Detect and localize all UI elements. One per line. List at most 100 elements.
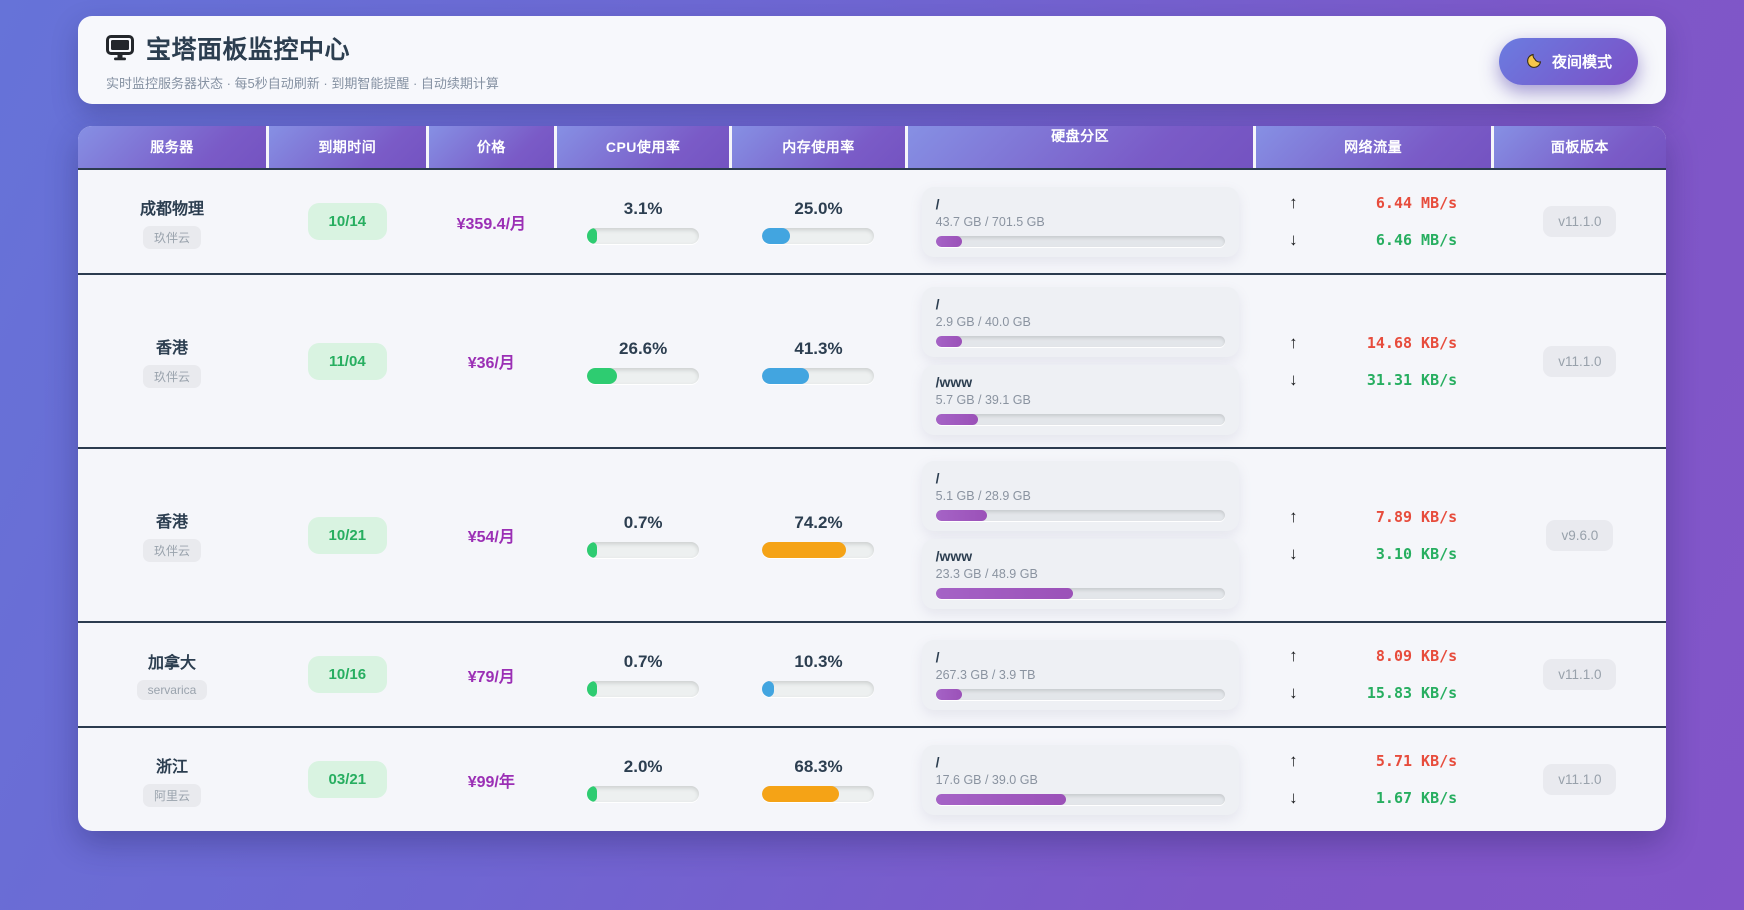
column-header-expiry: 到期时间 <box>268 126 426 168</box>
disk-partition-usage: 5.1 GB / 28.9 GB <box>935 489 1031 503</box>
expiry-badge: 03/21 <box>307 761 388 798</box>
column-header-memory: 内存使用率 <box>732 126 905 168</box>
disk-usage-fill <box>935 336 962 347</box>
upload-arrow-icon: ↑ <box>1289 332 1298 352</box>
panel-version-badge: v11.1.0 <box>1543 345 1617 377</box>
server-provider-tag: 玖伴云 <box>142 365 201 388</box>
upload-speed: 7.89 KB/s <box>1375 507 1458 526</box>
disk-partition-name: / <box>935 753 940 770</box>
upload-speed: 5.71 KB/s <box>1375 752 1458 770</box>
header-card: 宝塔面板监控中心 实时监控服务器状态 · 每5秒自动刷新 · 到期智能提醒 · … <box>78 16 1666 104</box>
server-provider-tag: 阿里云 <box>142 783 201 807</box>
download-arrow-icon: ↓ <box>1289 230 1298 249</box>
cpu-usage-value: 0.7% <box>623 652 663 671</box>
price-label: ¥36/月 <box>467 355 515 372</box>
disk-partition: /www 5.7 GB / 39.1 GB <box>921 365 1239 435</box>
server-name: 香港 <box>155 514 188 531</box>
server-name: 香港 <box>155 340 188 357</box>
header-text-block: 宝塔面板监控中心 实时监控服务器状态 · 每5秒自动刷新 · 到期智能提醒 · … <box>106 30 499 92</box>
upload-arrow-icon: ↑ <box>1289 751 1298 770</box>
upload-arrow-icon: ↑ <box>1289 193 1298 212</box>
disk-partition: / 2.9 GB / 40.0 GB <box>921 287 1239 357</box>
disk-partition-usage: 43.7 GB / 701.5 GB <box>935 214 1045 229</box>
disk-usage-bar <box>935 588 1225 599</box>
monitor-icon <box>106 35 134 61</box>
disk-partition-usage: 2.9 GB / 40.0 GB <box>935 315 1031 329</box>
memory-usage-value: 41.3% <box>794 338 843 358</box>
server-monitor-table: 服务器 到期时间 价格 CPU使用率 内存使用率 硬盘分区 网络流量 面板版本 … <box>78 126 1666 831</box>
server-name: 成都物理 <box>139 200 204 218</box>
disk-usage-bar <box>935 510 1225 521</box>
download-speed: 1.67 KB/s <box>1375 789 1458 807</box>
memory-usage-bar <box>762 786 875 802</box>
disk-partition: /www 23.3 GB / 48.9 GB <box>921 539 1239 609</box>
memory-usage-bar <box>762 367 875 384</box>
memory-usage-fill <box>762 228 791 244</box>
download-arrow-icon: ↓ <box>1289 683 1298 702</box>
expiry-badge: 10/16 <box>307 656 388 693</box>
memory-usage-bar <box>762 681 875 697</box>
memory-usage-value: 74.2% <box>794 512 843 532</box>
panel-version-badge: v9.6.0 <box>1546 519 1614 551</box>
panel-version-badge: v11.1.0 <box>1543 206 1617 237</box>
memory-usage-value: 25.0% <box>794 199 843 218</box>
upload-speed: 8.09 KB/s <box>1375 647 1458 665</box>
cpu-usage-fill <box>587 541 598 558</box>
upload-arrow-icon: ↑ <box>1289 646 1298 665</box>
expiry-badge: 11/04 <box>307 342 387 380</box>
disk-partition-name: / <box>935 195 940 212</box>
column-header-price: 价格 <box>428 126 554 168</box>
moon-icon <box>1525 52 1543 70</box>
cpu-usage-value: 2.0% <box>623 757 663 776</box>
cpu-usage-value: 0.7% <box>623 512 663 532</box>
download-arrow-icon: ↓ <box>1289 369 1298 389</box>
disk-usage-bar <box>935 688 1225 700</box>
table-row: 香港 玖伴云 11/04 ¥36/月 26.6% 41.3% / 2.9 GB … <box>78 273 1666 447</box>
disk-partition: / 5.1 GB / 28.9 GB <box>921 461 1239 531</box>
night-mode-button[interactable]: 夜间模式 <box>1498 37 1638 85</box>
disk-partition-usage: 267.3 GB / 3.9 TB <box>935 667 1036 682</box>
disk-usage-fill <box>935 793 1066 805</box>
disk-usage-fill <box>935 414 978 425</box>
disk-partition-usage: 5.7 GB / 39.1 GB <box>935 393 1031 407</box>
memory-usage-fill <box>762 681 774 697</box>
column-header-cpu: CPU使用率 <box>556 126 730 168</box>
upload-arrow-icon: ↑ <box>1289 506 1298 526</box>
disk-usage-fill <box>935 588 1074 599</box>
download-speed: 31.31 KB/s <box>1366 370 1458 389</box>
column-header-server: 服务器 <box>78 126 266 168</box>
cpu-usage-fill <box>587 681 598 697</box>
server-provider-tag: 玖伴云 <box>142 539 201 562</box>
disk-usage-fill <box>935 510 987 521</box>
upload-speed: 6.44 MB/s <box>1375 194 1458 212</box>
column-header-version: 面板版本 <box>1493 126 1666 168</box>
page-title: 宝塔面板监控中心 <box>146 36 351 64</box>
disk-partition-usage: 17.6 GB / 39.0 GB <box>935 772 1038 787</box>
disk-partition-name: /www <box>935 374 973 390</box>
price-label: ¥359.4/月 <box>456 215 527 233</box>
disk-partition: / 43.7 GB / 701.5 GB <box>921 186 1239 257</box>
expiry-badge: 10/21 <box>307 516 388 554</box>
disk-usage-bar <box>935 793 1225 805</box>
price-label: ¥54/月 <box>467 529 515 546</box>
memory-usage-value: 10.3% <box>794 652 843 671</box>
download-speed: 15.83 KB/s <box>1366 684 1458 702</box>
price-label: ¥99/年 <box>467 773 515 791</box>
panel-version-badge: v11.1.0 <box>1543 659 1617 690</box>
upload-speed: 14.68 KB/s <box>1366 333 1458 352</box>
expiry-badge: 10/14 <box>307 203 388 240</box>
disk-usage-fill <box>935 688 962 700</box>
server-name: 加拿大 <box>147 655 196 672</box>
disk-partition-name: / <box>935 648 940 665</box>
disk-partition: / 17.6 GB / 39.0 GB <box>921 744 1239 815</box>
table-row: 加拿大 servarica 10/16 ¥79/月 0.7% 10.3% / 2… <box>78 621 1666 726</box>
download-speed: 6.46 MB/s <box>1375 231 1458 249</box>
dashboard-page: 宝塔面板监控中心 实时监控服务器状态 · 每5秒自动刷新 · 到期智能提醒 · … <box>0 0 1744 910</box>
server-name: 浙江 <box>155 758 188 776</box>
download-speed: 3.10 KB/s <box>1375 544 1458 563</box>
cpu-usage-bar <box>587 367 700 384</box>
table-row: 香港 玖伴云 10/21 ¥54/月 0.7% 74.2% / 5.1 GB /… <box>78 447 1666 621</box>
disk-partition: / 267.3 GB / 3.9 TB <box>921 639 1239 710</box>
memory-usage-fill <box>762 367 809 384</box>
cpu-usage-fill <box>587 367 617 384</box>
